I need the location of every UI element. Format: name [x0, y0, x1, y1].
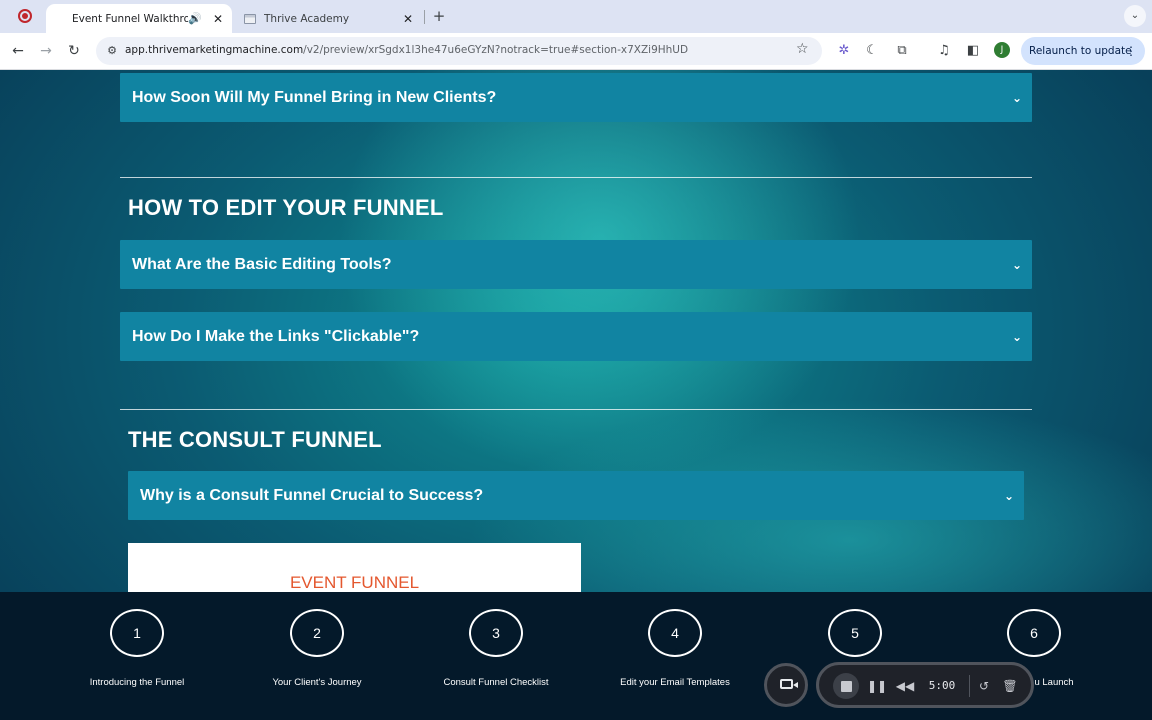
- faq-question: How Soon Will My Funnel Bring in New Cli…: [132, 88, 497, 106]
- card-title: EVENT FUNNEL: [289, 573, 420, 592]
- media-controls-icon[interactable]: ♫: [934, 41, 954, 61]
- step-1[interactable]: 1 Introducing the Funnel: [47, 609, 227, 688]
- step-number: 4: [648, 609, 702, 657]
- step-label: Edit your Email Templates: [620, 677, 730, 688]
- tab-close-icon[interactable]: ✕: [400, 12, 416, 26]
- document-favicon-icon: [244, 13, 256, 24]
- site-settings-icon[interactable]: ⚙: [104, 42, 120, 60]
- faq-accordion-item[interactable]: What Are the Basic Editing Tools? ⌄: [120, 240, 1032, 289]
- faq-question: What Are the Basic Editing Tools?: [132, 255, 392, 273]
- back-arrow-icon[interactable]: ←: [8, 41, 28, 61]
- chevron-down-icon: ⌄: [1011, 90, 1023, 105]
- stop-recording-button[interactable]: [833, 673, 859, 699]
- extension-sparkle-icon[interactable]: ✲: [834, 41, 854, 61]
- url-host: app.thrivemarketingmachine.com: [125, 44, 304, 56]
- section-divider: [120, 177, 1032, 178]
- faq-question: How Do I Make the Links "Clickable"?: [132, 327, 420, 345]
- step-number: 5: [828, 609, 882, 657]
- tab-close-icon[interactable]: ✕: [210, 12, 226, 26]
- rewind-icon[interactable]: ◀◀: [895, 676, 915, 696]
- more-menu-icon[interactable]: ⋮: [1125, 37, 1137, 65]
- profile-avatar[interactable]: J: [994, 42, 1010, 58]
- address-bar[interactable]: ⚙ app.thrivemarketingmachine.com/v2/prev…: [96, 37, 822, 65]
- url-text[interactable]: app.thrivemarketingmachine.com/v2/previe…: [125, 44, 688, 56]
- reload-icon[interactable]: ↻: [64, 41, 84, 61]
- url-path: /v2/preview/xrSgdx1l3he47u6eGYzN?notrack…: [303, 44, 689, 56]
- faq-accordion-item[interactable]: How Soon Will My Funnel Bring in New Cli…: [120, 73, 1032, 122]
- recording-indicator-icon: [18, 9, 32, 23]
- extensions-puzzle-icon[interactable]: ⧉: [892, 41, 912, 61]
- section-title-edit-funnel: HOW TO EDIT YOUR FUNNEL: [128, 195, 444, 220]
- chevron-down-icon: ⌄: [1011, 329, 1023, 344]
- stop-icon: [840, 681, 852, 692]
- step-number: 6: [1007, 609, 1061, 657]
- extension-moon-icon[interactable]: ☾: [862, 41, 882, 61]
- step-number: 3: [469, 609, 523, 657]
- step-label: Consult Funnel Checklist: [443, 677, 549, 688]
- tab-title: Event Funnel Walkthrough: [72, 12, 189, 25]
- faq-accordion-item[interactable]: How Do I Make the Links "Clickable"? ⌄: [120, 312, 1032, 361]
- section-title-consult-funnel: THE CONSULT FUNNEL: [128, 427, 382, 452]
- restart-icon[interactable]: ↺: [975, 676, 993, 696]
- speaker-icon[interactable]: 🔊: [188, 12, 202, 25]
- step-label: Introducing the Funnel: [89, 677, 185, 688]
- controls-divider: [969, 675, 970, 697]
- step-3[interactable]: 3 Consult Funnel Checklist: [406, 609, 586, 688]
- step-2[interactable]: 2 Your Client's Journey: [227, 609, 407, 688]
- tab-separator: [424, 10, 425, 24]
- section-divider: [120, 409, 1032, 410]
- camera-toggle-button[interactable]: [764, 663, 808, 707]
- faq-question: Why is a Consult Funnel Crucial to Succe…: [140, 486, 484, 504]
- relaunch-label: Relaunch to update: [1029, 45, 1132, 57]
- tab-thrive-academy[interactable]: Thrive Academy ✕: [236, 4, 422, 33]
- chevron-down-icon: ⌄: [1003, 488, 1015, 503]
- step-label: Your Client's Journey: [272, 677, 362, 688]
- event-funnel-card: EVENT FUNNEL: [128, 543, 581, 592]
- recording-controls: ❚❚ ◀◀ 5:00 ↺ 🗑: [816, 662, 1034, 708]
- trash-icon[interactable]: 🗑: [1001, 676, 1019, 696]
- pause-icon[interactable]: ❚❚: [867, 676, 887, 696]
- video-camera-icon: [779, 679, 798, 689]
- step-4[interactable]: 4 Edit your Email Templates: [585, 609, 765, 688]
- step-number: 1: [110, 609, 164, 657]
- new-tab-button[interactable]: +: [430, 7, 448, 25]
- tab-strip: Event Funnel Walkthrough 🔊 ✕ Thrive Acad…: [0, 0, 1152, 33]
- tab-title: Thrive Academy: [264, 12, 350, 25]
- relaunch-to-update-button[interactable]: Relaunch to update ⋮: [1021, 37, 1145, 65]
- page-content: How Soon Will My Funnel Bring in New Cli…: [0, 70, 1152, 592]
- bookmark-star-icon[interactable]: ☆: [796, 41, 809, 57]
- side-panel-icon[interactable]: ◧: [963, 41, 983, 61]
- browser-toolbar: ← → ↻ ⚙ app.thrivemarketingmachine.com/v…: [0, 33, 1152, 70]
- tab-event-funnel[interactable]: Event Funnel Walkthrough 🔊 ✕: [46, 4, 232, 33]
- chevron-down-icon: ⌄: [1011, 257, 1023, 272]
- faq-accordion-item[interactable]: Why is a Consult Funnel Crucial to Succe…: [128, 471, 1024, 520]
- forward-arrow-icon[interactable]: →: [36, 41, 56, 61]
- step-number: 2: [290, 609, 344, 657]
- recording-timer: 5:00: [928, 679, 956, 692]
- tab-search-button[interactable]: ⌄: [1124, 5, 1146, 27]
